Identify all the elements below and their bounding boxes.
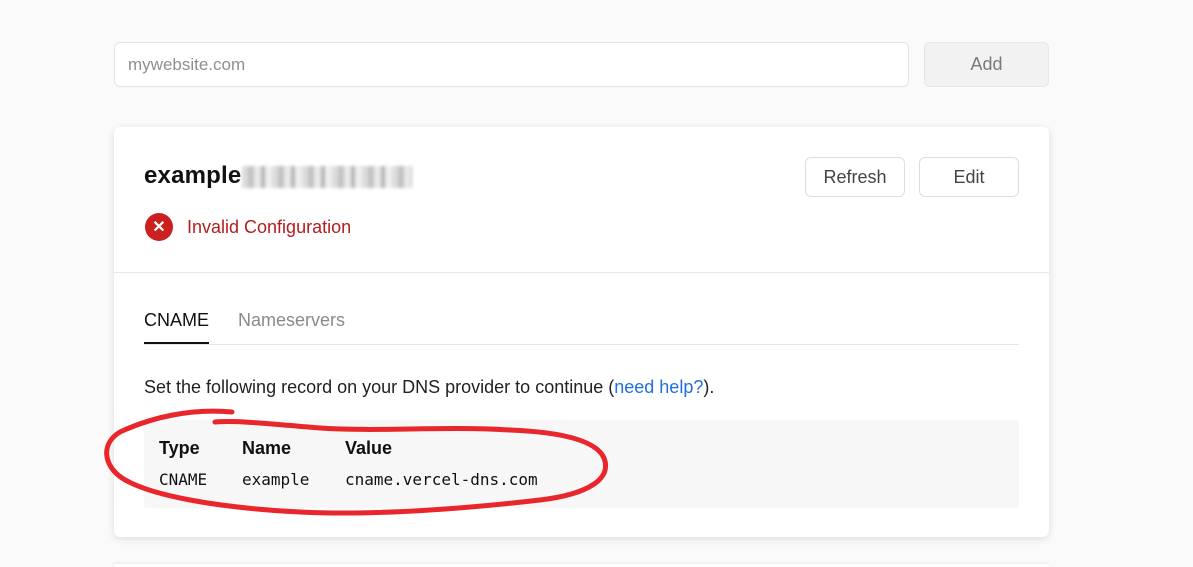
status-text: Invalid Configuration <box>187 216 352 237</box>
status-row: ✕ Invalid Configuration <box>145 213 351 241</box>
domain-input[interactable] <box>114 42 909 87</box>
dns-record-table: Type Name Value CNAME example cname.verc… <box>144 420 1019 508</box>
refresh-button[interactable]: Refresh <box>805 157 905 197</box>
record-value: cname.vercel-dns.com <box>345 470 538 489</box>
redacted-domain-suffix <box>242 165 413 188</box>
add-button[interactable]: Add <box>924 42 1049 87</box>
instructions-text: Set the following record on your DNS pro… <box>144 377 615 397</box>
header-type: Type <box>159 438 200 458</box>
need-help-link[interactable]: need help? <box>614 377 703 397</box>
instructions-end: ). <box>703 377 715 397</box>
domain-name: example <box>144 162 242 189</box>
domain-card-header: example Refresh Edit ✕ Invalid Configura… <box>114 127 1049 273</box>
dns-tabs: CNAME Nameservers <box>144 310 1019 345</box>
edit-button[interactable]: Edit <box>919 157 1019 197</box>
add-domain-row: Add <box>114 42 1049 87</box>
domain-card: example Refresh Edit ✕ Invalid Configura… <box>114 127 1049 537</box>
tab-cname[interactable]: CNAME <box>144 310 210 344</box>
domain-title: example <box>144 162 413 190</box>
tab-nameservers[interactable]: Nameservers <box>238 310 345 344</box>
record-name: example <box>242 470 310 489</box>
header-name: Name <box>242 438 292 458</box>
x-circle-icon: ✕ <box>145 213 173 241</box>
dns-instructions: Set the following record on your DNS pro… <box>144 377 714 398</box>
record-type: CNAME <box>159 470 208 489</box>
header-value: Value <box>345 438 393 458</box>
